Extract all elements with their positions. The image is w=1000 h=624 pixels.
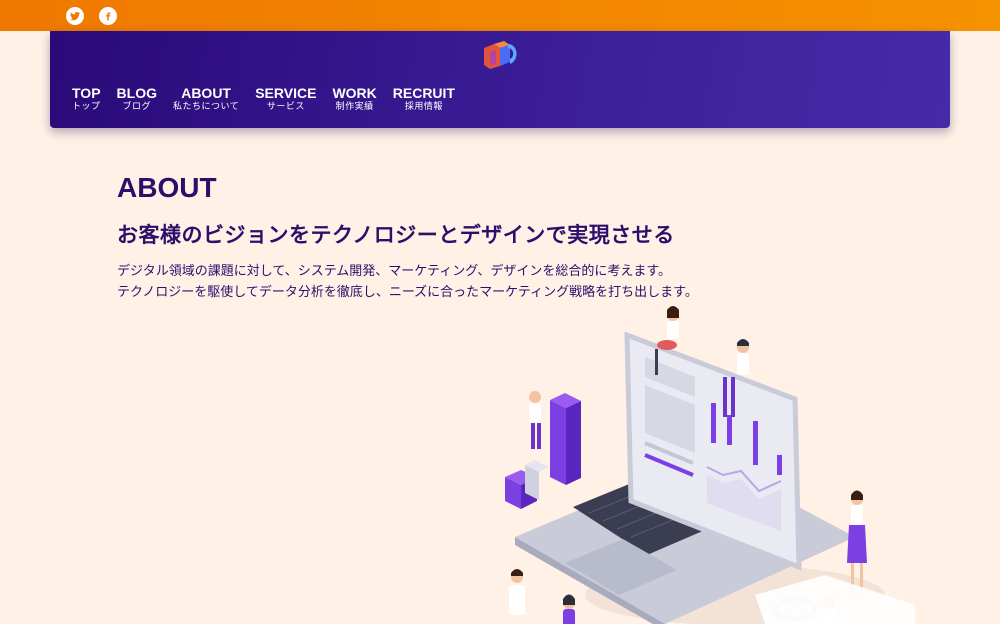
nav-label-ja: ブログ (122, 102, 152, 112)
about-headline: お客様のビジョンをテクノロジーとデザインで実現させる (117, 223, 675, 247)
nav-label-en: SERVICE (255, 85, 317, 101)
nav-label-ja: トップ (72, 102, 101, 112)
nav-item-service[interactable]: SERVICE サービス (255, 85, 316, 113)
description-line-2: テクノロジーを駆使してデータ分析を徹底し、ニーズに合ったマーケティング戦略を打ち… (117, 285, 698, 300)
nav-label-ja: 制作実績 (335, 102, 374, 112)
company-logo[interactable] (480, 38, 520, 70)
nav-label-en: BLOG (116, 85, 157, 101)
description-line-1: デジタル領域の課題に対して、システム開発、マーケティング、デザインを総合的に考え… (117, 264, 672, 279)
about-description: デジタル領域の課題に対して、システム開発、マーケティング、デザインを総合的に考え… (117, 261, 698, 303)
tech-illustration (505, 306, 915, 624)
nav-label-ja: 採用情報 (404, 102, 443, 112)
nav-item-blog[interactable]: BLOG ブログ (117, 85, 157, 113)
top-bar (0, 0, 1000, 31)
twitter-icon (70, 11, 80, 21)
nav-label-en: TOP (72, 85, 101, 101)
section-title: ABOUT (117, 172, 217, 203)
nav-item-about[interactable]: ABOUT 私たちについて (173, 85, 239, 113)
nav-label-ja: 私たちについて (172, 102, 240, 112)
nav-item-work[interactable]: WORK 制作実績 (332, 85, 376, 113)
twitter-link[interactable] (66, 7, 84, 25)
facebook-link[interactable] (99, 7, 117, 25)
nav-item-recruit[interactable]: RECRUIT 採用情報 (393, 85, 455, 113)
site-header: TOP トップ BLOG ブログ ABOUT 私たちについて SERVICE サ… (50, 31, 950, 128)
nav-label-en: ABOUT (181, 85, 231, 101)
nav-item-top[interactable]: TOP トップ (72, 85, 101, 113)
facebook-icon (106, 12, 111, 21)
nav-label-en: RECRUIT (392, 85, 455, 101)
nav-label-en: WORK (332, 85, 377, 101)
nav-label-ja: サービス (266, 102, 305, 112)
main-nav: TOP トップ BLOG ブログ ABOUT 私たちについて SERVICE サ… (72, 85, 471, 113)
